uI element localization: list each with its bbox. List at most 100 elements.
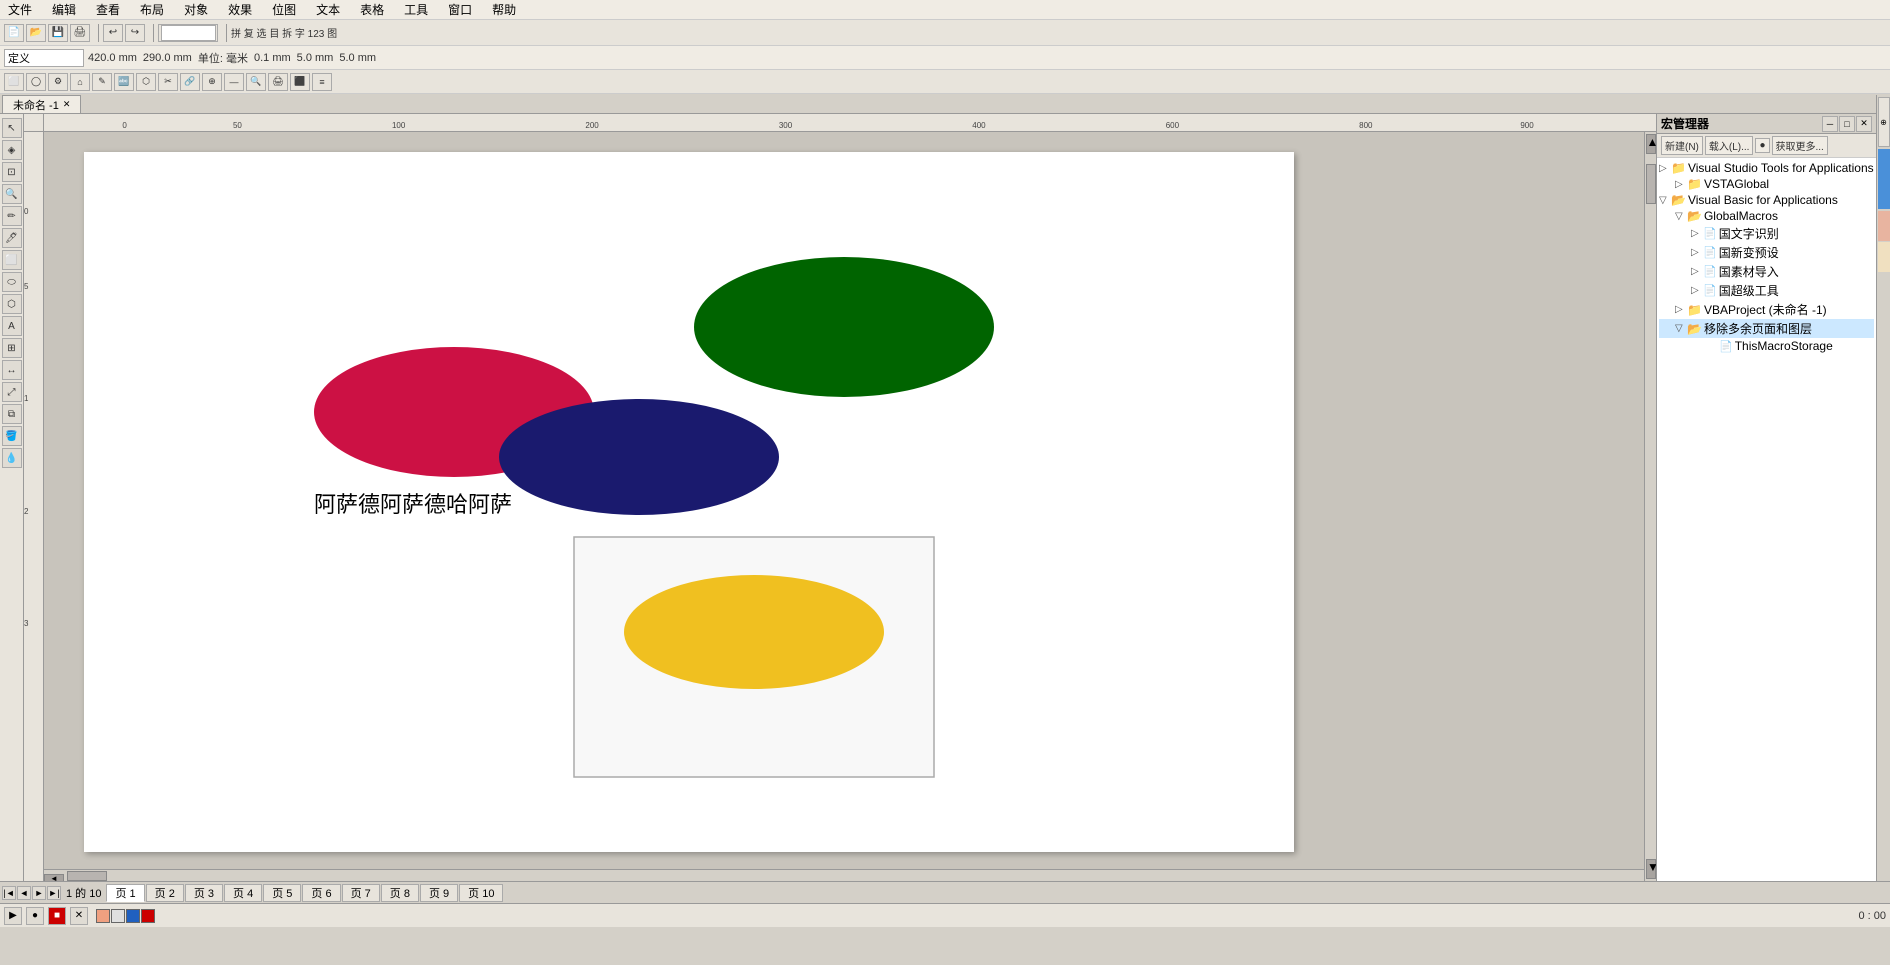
macro-stop-btn[interactable]: ■	[48, 907, 66, 925]
redo-btn[interactable]: ↪	[125, 24, 145, 42]
eyedropper-tool[interactable]: 💧	[2, 448, 22, 468]
vscroll-up[interactable]: ▲	[1646, 134, 1656, 154]
tree-item-vbaproject[interactable]: ▷ 📁 VBAProject (未命名 -1)	[1659, 300, 1874, 319]
tree-item-vstaglobal[interactable]: ▷ 📁 VSTAGlobal	[1659, 176, 1874, 192]
rp-new-btn[interactable]: 新建(N)	[1661, 136, 1703, 155]
hscroll-left[interactable]: ◄	[44, 874, 64, 882]
rp-record-btn[interactable]: ●	[1755, 138, 1769, 153]
vscrollbar[interactable]: ▲ ▼	[1644, 132, 1656, 881]
vscroll-thumb[interactable]	[1646, 164, 1656, 204]
hscroll-thumb[interactable]	[67, 871, 107, 881]
canvas-content[interactable]: 阿萨德阿萨德哈阿萨 ▲ ▼ ◄	[44, 132, 1656, 881]
tab-nav-first[interactable]: |◄	[2, 886, 16, 900]
tb3-btn-6[interactable]: 🔤	[114, 73, 134, 91]
shape-tool[interactable]: ◈	[2, 140, 22, 160]
page-tab-6[interactable]: 页 6	[302, 884, 340, 902]
menu-object[interactable]: 对象	[180, 0, 212, 19]
zoom-input[interactable]: 25%	[161, 25, 216, 41]
tb3-btn-5[interactable]: ✎	[92, 73, 112, 91]
tb3-btn-9[interactable]: 🔗	[180, 73, 200, 91]
menu-file[interactable]: 文件	[4, 0, 36, 19]
color-box-4[interactable]	[141, 909, 155, 923]
tab-nav-prev[interactable]: ◄	[17, 886, 31, 900]
freehand-tool[interactable]: ✏	[2, 206, 22, 226]
obj-def-input[interactable]	[4, 49, 84, 67]
zoom-in-btn[interactable]: 25%	[158, 24, 218, 42]
tb3-btn-10[interactable]: ⊕	[202, 73, 222, 91]
tree-item-vsta[interactable]: ▷ 📁 Visual Studio Tools for Applications	[1659, 160, 1874, 176]
page-tab-3[interactable]: 页 3	[185, 884, 223, 902]
tree-item-remove-pages[interactable]: ▽ 📂 移除多余页面和图层	[1659, 319, 1874, 338]
open-btn[interactable]: 📂	[26, 24, 46, 42]
tree-item-xinbianyushe[interactable]: ▷ 📄 国新变预设	[1659, 243, 1874, 262]
hscrollbar[interactable]: ◄	[44, 869, 1644, 881]
polygon-tool[interactable]: ⬡	[2, 294, 22, 314]
tb3-btn-3[interactable]: ⚙	[48, 73, 68, 91]
tb3-btn-1[interactable]: ⬜	[4, 73, 24, 91]
rp-close-btn[interactable]: ✕	[1856, 116, 1872, 132]
tree-item-sucaidaoru[interactable]: ▷ 📄 国素材导入	[1659, 262, 1874, 281]
macro-close-btn[interactable]: ✕	[70, 907, 88, 925]
connector-tool[interactable]: ⤢	[2, 382, 22, 402]
tb3-btn-12[interactable]: 🔍	[246, 73, 266, 91]
save-btn[interactable]: 💾	[48, 24, 68, 42]
text-tool[interactable]: A	[2, 316, 22, 336]
tab-nav-next[interactable]: ►	[32, 886, 46, 900]
doc-tab-active[interactable]: 未命名 -1 ✕	[2, 95, 81, 113]
menu-tools[interactable]: 工具	[400, 0, 432, 19]
page-tab-9[interactable]: 页 9	[420, 884, 458, 902]
menu-window[interactable]: 窗口	[444, 0, 476, 19]
rect-tool[interactable]: ⬜	[2, 250, 22, 270]
tree-item-chaojigongju[interactable]: ▷ 📄 国超级工具	[1659, 281, 1874, 300]
tab-nav-last[interactable]: ►|	[47, 886, 61, 900]
menu-layout[interactable]: 布局	[136, 0, 168, 19]
blend-tool[interactable]: ⧉	[2, 404, 22, 424]
macro-play-btn[interactable]: ▶	[4, 907, 22, 925]
tb3-btn-14[interactable]: ⬛	[290, 73, 310, 91]
tree-item-globalmacros[interactable]: ▽ 📂 GlobalMacros	[1659, 208, 1874, 224]
tb3-btn-8[interactable]: ✂	[158, 73, 178, 91]
menu-text[interactable]: 文本	[312, 0, 344, 19]
menu-edit[interactable]: 编辑	[48, 0, 80, 19]
print-btn[interactable]: 🖨	[70, 24, 90, 42]
color-box-2[interactable]	[111, 909, 125, 923]
fill-tool[interactable]: 🪣	[2, 426, 22, 446]
menu-view[interactable]: 查看	[92, 0, 124, 19]
tree-item-vba[interactable]: ▽ 📂 Visual Basic for Applications	[1659, 192, 1874, 208]
tb3-btn-2[interactable]: ◯	[26, 73, 46, 91]
tb3-btn-13[interactable]: 🖨	[268, 73, 288, 91]
menu-bitmap[interactable]: 位图	[268, 0, 300, 19]
macro-record-btn[interactable]: ●	[26, 907, 44, 925]
parallel-dim-tool[interactable]: ↔	[2, 360, 22, 380]
tb3-btn-11[interactable]: —	[224, 73, 244, 91]
tree-item-wenzishibie[interactable]: ▷ 📄 国文字识别	[1659, 224, 1874, 243]
undo-btn[interactable]: ↩	[103, 24, 123, 42]
vscroll-down[interactable]: ▼	[1646, 859, 1656, 879]
page-tab-1[interactable]: 页 1	[106, 884, 144, 902]
select-tool[interactable]: ↖	[2, 118, 22, 138]
table-tool[interactable]: ⊞	[2, 338, 22, 358]
color-box-1[interactable]	[96, 909, 110, 923]
tb3-btn-15[interactable]: ≡	[312, 73, 332, 91]
tb3-btn-4[interactable]: ⌂	[70, 73, 90, 91]
menu-help[interactable]: 帮助	[488, 0, 520, 19]
page-tab-2[interactable]: 页 2	[146, 884, 184, 902]
new-btn[interactable]: 📄	[4, 24, 24, 42]
page-tab-4[interactable]: 页 4	[224, 884, 262, 902]
page-tab-5[interactable]: 页 5	[263, 884, 301, 902]
rp-load-btn[interactable]: 载入(L)...	[1705, 136, 1754, 155]
tree-item-thismacrostorage[interactable]: 📄 ThisMacroStorage	[1659, 338, 1874, 354]
rp-more-btn[interactable]: 获取更多...	[1772, 136, 1828, 155]
page-tab-8[interactable]: 页 8	[381, 884, 419, 902]
rp-minimize-btn[interactable]: ─	[1822, 116, 1838, 132]
menu-effects[interactable]: 效果	[224, 0, 256, 19]
rstrip-btn1[interactable]: ⊕	[1878, 97, 1890, 147]
tb3-btn-7[interactable]: ⬡	[136, 73, 156, 91]
zoom-tool[interactable]: 🔍	[2, 184, 22, 204]
rp-maximize-btn[interactable]: □	[1839, 116, 1855, 132]
doc-tab-close[interactable]: ✕	[63, 99, 71, 110]
menu-table[interactable]: 表格	[356, 0, 388, 19]
ellipse-tool[interactable]: ⬭	[2, 272, 22, 292]
smart-draw-tool[interactable]: 🖊	[2, 228, 22, 248]
page-tab-7[interactable]: 页 7	[342, 884, 380, 902]
